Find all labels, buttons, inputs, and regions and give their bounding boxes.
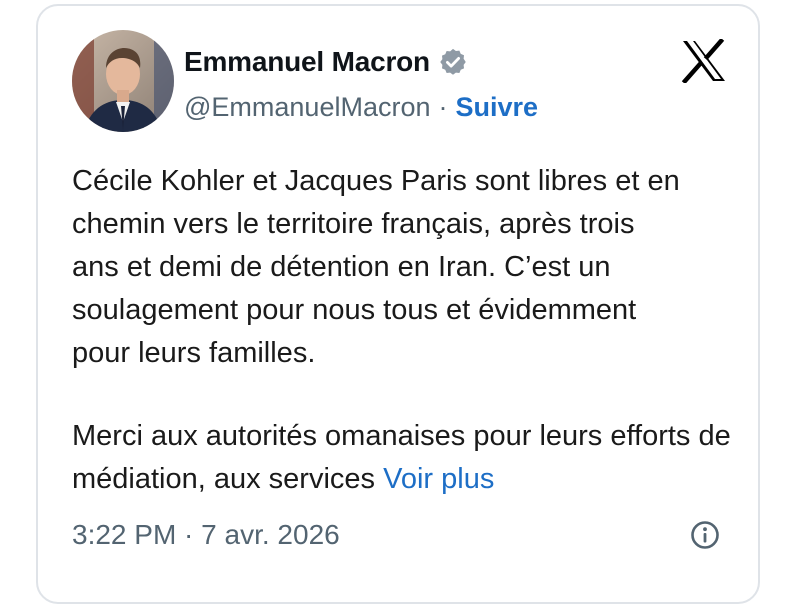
tweet-text-paragraph-2: Merci aux autorités omanaises pour leurs… (72, 415, 732, 501)
avatar[interactable] (72, 30, 174, 132)
see-more-link[interactable]: Voir plus (383, 463, 494, 495)
verified-badge-icon (440, 48, 466, 75)
tweet-text-paragraph-1: Cécile Kohler et Jacques Paris sont libr… (72, 165, 680, 369)
author-handle[interactable]: @EmmanuelMacron (184, 92, 431, 123)
follow-button[interactable]: Suivre (456, 92, 539, 123)
author-display-name[interactable]: Emmanuel Macron (184, 46, 430, 78)
separator-dot: · (438, 91, 448, 122)
author-handle-row: @EmmanuelMacron · Suivre (184, 90, 538, 124)
author-name-row: Emmanuel Macron (184, 44, 468, 80)
x-logo-icon[interactable] (681, 39, 727, 83)
tweet-timestamp[interactable]: 3:22 PM · 7 avr. 2026 (72, 519, 340, 551)
info-icon[interactable] (689, 519, 721, 551)
tweet-card: Emmanuel Macron @EmmanuelMacron · Suivre… (36, 4, 760, 604)
tweet-timestamp-row: 3:22 PM · 7 avr. 2026 (72, 515, 340, 555)
